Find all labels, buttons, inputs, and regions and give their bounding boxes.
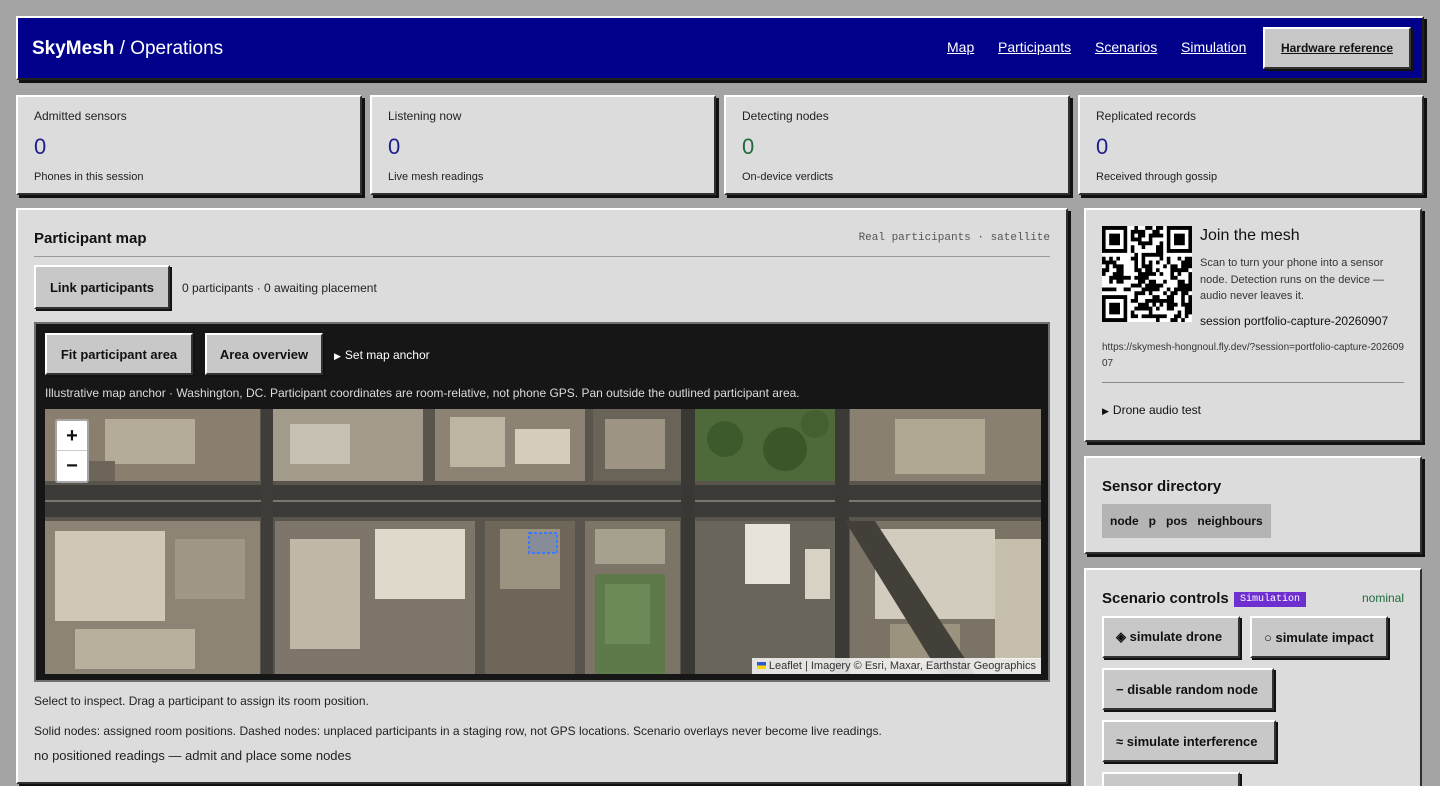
join-mesh-panel: Join the mesh Scan to turn your phone in… — [1084, 208, 1422, 442]
set-map-anchor-toggle[interactable]: ▶ Set map anchor — [334, 348, 430, 362]
session-label: session — [1200, 314, 1245, 328]
node-legend: Solid nodes: assigned room positions. Da… — [34, 724, 882, 738]
panel-title: Scenario controls — [1102, 590, 1229, 607]
empty-state: no positioned readings — admit and place… — [34, 748, 352, 763]
session-info: session portfolio-capture-20260907 — [1200, 314, 1388, 328]
column-pos: pos — [1166, 514, 1188, 528]
caret-right-icon: ▶ — [334, 351, 341, 361]
stat-value: 0 — [388, 134, 401, 159]
disable-random-node-button[interactable]: − disable random node — [1102, 668, 1274, 710]
panel-tag: Real participants · satellite — [858, 232, 1050, 244]
nav-simulation[interactable]: Simulation — [1181, 39, 1246, 55]
session-id: portfolio-capture-20260907 — [1244, 314, 1389, 328]
caret-right-icon: ▶ — [1102, 406, 1109, 416]
join-title: Join the mesh — [1200, 227, 1300, 244]
divider — [34, 256, 1050, 257]
nav-participants[interactable]: Participants — [998, 39, 1071, 55]
stat-listening-now: Listening now 0 Live mesh readings — [370, 95, 716, 195]
ukraine-flag-icon — [756, 662, 766, 669]
stat-replicated-records: Replicated records 0 Received through go… — [1078, 95, 1424, 195]
stat-value: 0 — [34, 134, 47, 159]
app-title: SkyMesh / Operations — [32, 38, 223, 60]
stat-value: 0 — [742, 134, 755, 159]
scenario-status: nominal — [1361, 591, 1404, 605]
hardware-reference-button[interactable]: Hardware reference — [1263, 27, 1411, 69]
stat-label: Admitted sensors — [34, 109, 127, 123]
stat-admitted-sensors: Admitted sensors 0 Phones in this sessio… — [16, 95, 362, 195]
sensor-directory-panel: Sensor directory node p pos neighbours — [1084, 456, 1422, 554]
section-name: / Operations — [114, 38, 224, 59]
app-header: SkyMesh / Operations Map Participants Sc… — [16, 16, 1424, 80]
stat-caption: Live mesh readings — [388, 171, 484, 183]
stat-caption: Phones in this session — [34, 171, 144, 183]
panel-title: Sensor directory — [1102, 478, 1222, 495]
simulation-badge: Simulation — [1234, 592, 1307, 607]
drone-audio-test-toggle[interactable]: ▶ Drone audio test — [1102, 403, 1201, 417]
simulate-impact-button[interactable]: ○ simulate impact — [1250, 616, 1388, 658]
scenario-controls-panel: Scenario controls Simulation nominal ◈ s… — [1084, 568, 1422, 786]
participant-map-panel: Participant map Real participants · sate… — [16, 208, 1068, 784]
stat-caption: On-device verdicts — [742, 171, 834, 183]
zoom-out-button[interactable]: − — [57, 451, 87, 481]
imagery-credit: | Imagery © Esri, Maxar, Earthstar Geogr… — [801, 660, 1036, 672]
stat-label: Replicated records — [1096, 109, 1197, 123]
simulate-interference-button[interactable]: ≈ simulate interference — [1102, 720, 1276, 762]
column-p: p — [1148, 514, 1157, 528]
nav-scenarios[interactable]: Scenarios — [1095, 39, 1157, 55]
area-overview-button[interactable]: Area overview — [205, 333, 323, 375]
panel-title: Participant map — [34, 230, 147, 247]
leaflet-link[interactable]: Leaflet — [769, 660, 802, 672]
qr-code — [1102, 226, 1192, 322]
stat-value: 0 — [1096, 134, 1109, 159]
directory-table-header: node p pos neighbours — [1102, 504, 1271, 538]
map-anchor-note: Illustrative map anchor · Washington, DC… — [45, 386, 800, 400]
scenario-button-partial[interactable] — [1102, 772, 1240, 786]
stat-caption: Received through gossip — [1096, 171, 1218, 183]
fit-participant-area-button[interactable]: Fit participant area — [45, 333, 193, 375]
divider — [1102, 382, 1404, 383]
join-description: Scan to turn your phone into a sensor no… — [1200, 257, 1385, 302]
satellite-map[interactable]: + − Leaflet | Imagery © Esri, Maxar, Ear… — [45, 409, 1041, 674]
zoom-in-button[interactable]: + — [57, 421, 87, 451]
anchor-toggle-label: Set map anchor — [344, 348, 430, 362]
qr-code-icon — [1102, 226, 1192, 322]
link-participants-button[interactable]: Link participants — [34, 265, 170, 309]
map-container: Fit participant area Area overview ▶ Set … — [34, 322, 1050, 682]
participants-count: 0 participants · 0 awaiting placement — [182, 281, 377, 295]
select-hint: Select to inspect. Drag a participant to… — [34, 694, 369, 708]
stat-detecting-nodes: Detecting nodes 0 On-device verdicts — [724, 95, 1070, 195]
zoom-control: + − — [55, 419, 89, 483]
column-neighbours: neighbours — [1197, 514, 1263, 528]
column-node: node — [1110, 514, 1139, 528]
stat-label: Listening now — [388, 109, 462, 123]
simulate-drone-button[interactable]: ◈ simulate drone — [1102, 616, 1240, 658]
stat-label: Detecting nodes — [742, 109, 829, 123]
satellite-imagery — [45, 409, 1041, 674]
map-attribution: Leaflet | Imagery © Esri, Maxar, Earthst… — [751, 658, 1041, 674]
nav-map[interactable]: Map — [947, 39, 974, 55]
brand-name: SkyMesh — [32, 38, 115, 59]
join-url[interactable]: https://skymesh-hongnoul.fly.dev/?sessio… — [1102, 340, 1406, 371]
drone-test-label: Drone audio test — [1112, 403, 1201, 417]
